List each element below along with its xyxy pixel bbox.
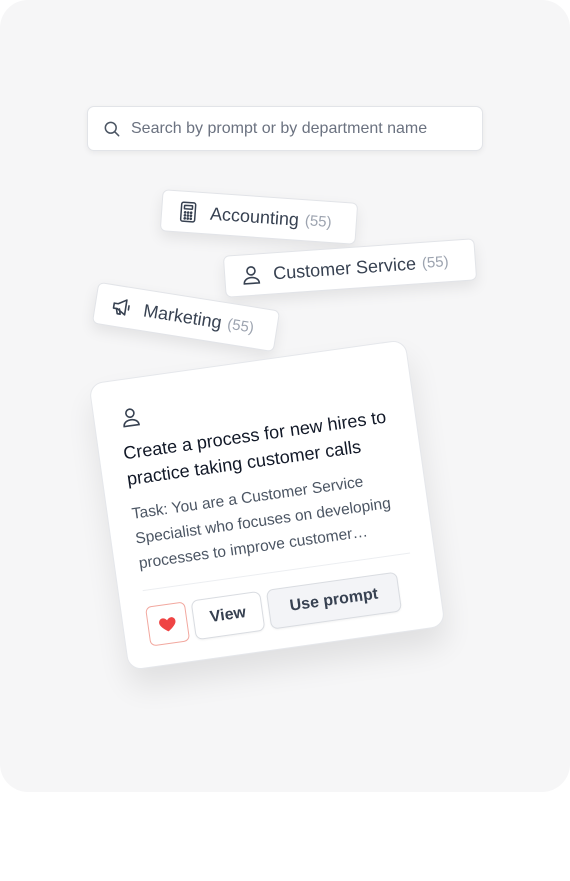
megaphone-icon (112, 299, 130, 316)
department-count: (55) (226, 315, 256, 337)
person-icon (123, 408, 140, 428)
person-icon (243, 266, 261, 285)
view-button[interactable]: View (190, 590, 266, 641)
department-count: (55) (421, 252, 450, 272)
department-count: (55) (304, 211, 333, 231)
calculator-icon (179, 201, 197, 223)
card-actions: View Use prompt (145, 569, 418, 647)
favorite-button[interactable] (145, 601, 191, 647)
prompt-card[interactable]: Create a process for new hires to practi… (88, 339, 446, 671)
department-label: Marketing (142, 299, 224, 333)
department-label: Customer Service (272, 252, 417, 283)
heart-icon (159, 617, 176, 632)
search-bar[interactable] (87, 106, 483, 151)
search-icon (104, 121, 120, 136)
department-label: Accounting (209, 203, 300, 230)
search-input[interactable] (131, 119, 471, 138)
use-prompt-button[interactable]: Use prompt (265, 571, 403, 630)
